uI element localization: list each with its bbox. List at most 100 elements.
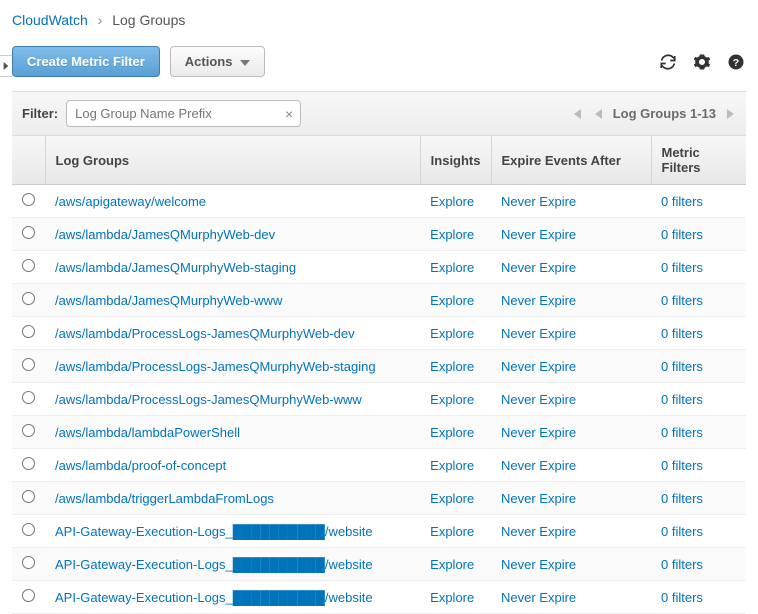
breadcrumb: CloudWatch › Log Groups	[12, 10, 746, 28]
log-group-link[interactable]: /aws/lambda/ProcessLogs-JamesQMurphyWeb-…	[55, 326, 355, 341]
pager-range-label: Log Groups 1-13	[613, 106, 716, 121]
explore-link[interactable]: Explore	[430, 293, 474, 308]
col-select	[12, 136, 45, 185]
col-metric-filters[interactable]: Metric Filters	[651, 136, 746, 185]
expire-link[interactable]: Never Expire	[501, 557, 576, 572]
clear-filter-icon[interactable]: ×	[285, 106, 293, 122]
row-select-radio[interactable]	[22, 325, 35, 338]
table-row: /aws/lambda/ProcessLogs-JamesQMurphyWeb-…	[12, 383, 746, 416]
row-select-radio[interactable]	[22, 589, 35, 602]
log-group-link[interactable]: /aws/lambda/triggerLambdaFromLogs	[55, 491, 274, 506]
expire-link[interactable]: Never Expire	[501, 194, 576, 209]
explore-link[interactable]: Explore	[430, 227, 474, 242]
table-row: /aws/lambda/JamesQMurphyWeb-www Explore Ne…	[12, 284, 746, 317]
explore-link[interactable]: Explore	[430, 392, 474, 407]
table-row: /aws/lambda/triggerLambdaFromLogs Explore…	[12, 482, 746, 515]
chevron-down-icon	[240, 54, 250, 69]
filters-link[interactable]: 0 filters	[661, 425, 703, 440]
row-select-radio[interactable]	[22, 523, 35, 536]
log-group-link[interactable]: /aws/lambda/ProcessLogs-JamesQMurphyWeb-…	[55, 359, 376, 374]
table-row: API-Gateway-Execution-Logs_██████████/we…	[12, 515, 746, 548]
filters-link[interactable]: 0 filters	[661, 392, 703, 407]
log-group-link[interactable]: /aws/lambda/JamesQMurphyWeb-www	[55, 293, 282, 308]
actions-button[interactable]: Actions	[170, 46, 266, 77]
expire-link[interactable]: Never Expire	[501, 392, 576, 407]
expire-link[interactable]: Never Expire	[501, 260, 576, 275]
pager: Log Groups 1-13	[569, 106, 736, 121]
filters-link[interactable]: 0 filters	[661, 227, 703, 242]
filters-link[interactable]: 0 filters	[661, 458, 703, 473]
explore-link[interactable]: Explore	[430, 326, 474, 341]
gear-icon[interactable]	[692, 52, 712, 72]
log-group-link[interactable]: /aws/lambda/JamesQMurphyWeb-dev	[55, 227, 275, 242]
row-select-radio[interactable]	[22, 259, 35, 272]
explore-link[interactable]: Explore	[430, 524, 474, 539]
refresh-icon[interactable]	[658, 52, 678, 72]
row-select-radio[interactable]	[22, 490, 35, 503]
filters-link[interactable]: 0 filters	[661, 326, 703, 341]
col-expire[interactable]: Expire Events After	[491, 136, 651, 185]
explore-link[interactable]: Explore	[430, 425, 474, 440]
expire-link[interactable]: Never Expire	[501, 524, 576, 539]
log-group-link[interactable]: /aws/lambda/ProcessLogs-JamesQMurphyWeb-…	[55, 392, 362, 407]
explore-link[interactable]: Explore	[430, 359, 474, 374]
row-select-radio[interactable]	[22, 457, 35, 470]
expire-link[interactable]: Never Expire	[501, 425, 576, 440]
table-row: /aws/lambda/JamesQMurphyWeb-dev Explore Ne…	[12, 218, 746, 251]
explore-link[interactable]: Explore	[430, 194, 474, 209]
row-select-radio[interactable]	[22, 424, 35, 437]
log-group-link[interactable]: /aws/lambda/lambdaPowerShell	[55, 425, 240, 440]
breadcrumb-separator: ›	[98, 12, 103, 28]
log-group-link[interactable]: API-Gateway-Execution-Logs_██████████/we…	[55, 524, 373, 539]
row-select-radio[interactable]	[22, 193, 35, 206]
pager-first-icon[interactable]	[569, 107, 583, 121]
toolbar: Create Metric Filter Actions ?	[12, 46, 746, 77]
row-select-radio[interactable]	[22, 226, 35, 239]
breadcrumb-current: Log Groups	[112, 12, 185, 28]
filters-link[interactable]: 0 filters	[661, 293, 703, 308]
filter-label: Filter:	[22, 106, 58, 121]
log-group-link[interactable]: API-Gateway-Execution-Logs_██████████/we…	[55, 557, 373, 572]
expire-link[interactable]: Never Expire	[501, 227, 576, 242]
filters-link[interactable]: 0 filters	[661, 524, 703, 539]
table-row: API-Gateway-Execution-Logs_██████████/we…	[12, 548, 746, 581]
expire-link[interactable]: Never Expire	[501, 293, 576, 308]
row-select-radio[interactable]	[22, 556, 35, 569]
expire-link[interactable]: Never Expire	[501, 359, 576, 374]
row-select-radio[interactable]	[22, 358, 35, 371]
filters-link[interactable]: 0 filters	[661, 491, 703, 506]
explore-link[interactable]: Explore	[430, 590, 474, 605]
create-metric-filter-button[interactable]: Create Metric Filter	[12, 46, 160, 77]
help-icon[interactable]: ?	[726, 52, 746, 72]
col-insights[interactable]: Insights	[420, 136, 491, 185]
filters-link[interactable]: 0 filters	[661, 260, 703, 275]
col-log-groups[interactable]: Log Groups	[45, 136, 420, 185]
row-select-radio[interactable]	[22, 391, 35, 404]
filters-link[interactable]: 0 filters	[661, 359, 703, 374]
explore-link[interactable]: Explore	[430, 557, 474, 572]
filters-link[interactable]: 0 filters	[661, 590, 703, 605]
log-group-link[interactable]: /aws/apigateway/welcome	[55, 194, 206, 209]
log-group-link[interactable]: /aws/lambda/JamesQMurphyWeb-staging	[55, 260, 296, 275]
log-groups-table: Log Groups Insights Expire Events After …	[12, 136, 746, 614]
table-row: /aws/lambda/ProcessLogs-JamesQMurphyWeb-…	[12, 350, 746, 383]
filters-link[interactable]: 0 filters	[661, 194, 703, 209]
breadcrumb-service-link[interactable]: CloudWatch	[12, 12, 88, 28]
expire-link[interactable]: Never Expire	[501, 590, 576, 605]
filters-link[interactable]: 0 filters	[661, 557, 703, 572]
expire-link[interactable]: Never Expire	[501, 326, 576, 341]
expire-link[interactable]: Never Expire	[501, 491, 576, 506]
log-group-link[interactable]: /aws/lambda/proof-of-concept	[55, 458, 226, 473]
filter-input[interactable]	[66, 100, 301, 127]
explore-link[interactable]: Explore	[430, 491, 474, 506]
table-row: /aws/lambda/JamesQMurphyWeb-staging Explo…	[12, 251, 746, 284]
filter-bar: Filter: × Log Groups 1-13	[12, 91, 746, 136]
explore-link[interactable]: Explore	[430, 458, 474, 473]
row-select-radio[interactable]	[22, 292, 35, 305]
pager-prev-icon[interactable]	[593, 107, 603, 121]
log-group-link[interactable]: API-Gateway-Execution-Logs_██████████/we…	[55, 590, 373, 605]
explore-link[interactable]: Explore	[430, 260, 474, 275]
pager-next-icon[interactable]	[726, 107, 736, 121]
expire-link[interactable]: Never Expire	[501, 458, 576, 473]
table-row: API-Gateway-Execution-Logs_██████████/we…	[12, 581, 746, 614]
